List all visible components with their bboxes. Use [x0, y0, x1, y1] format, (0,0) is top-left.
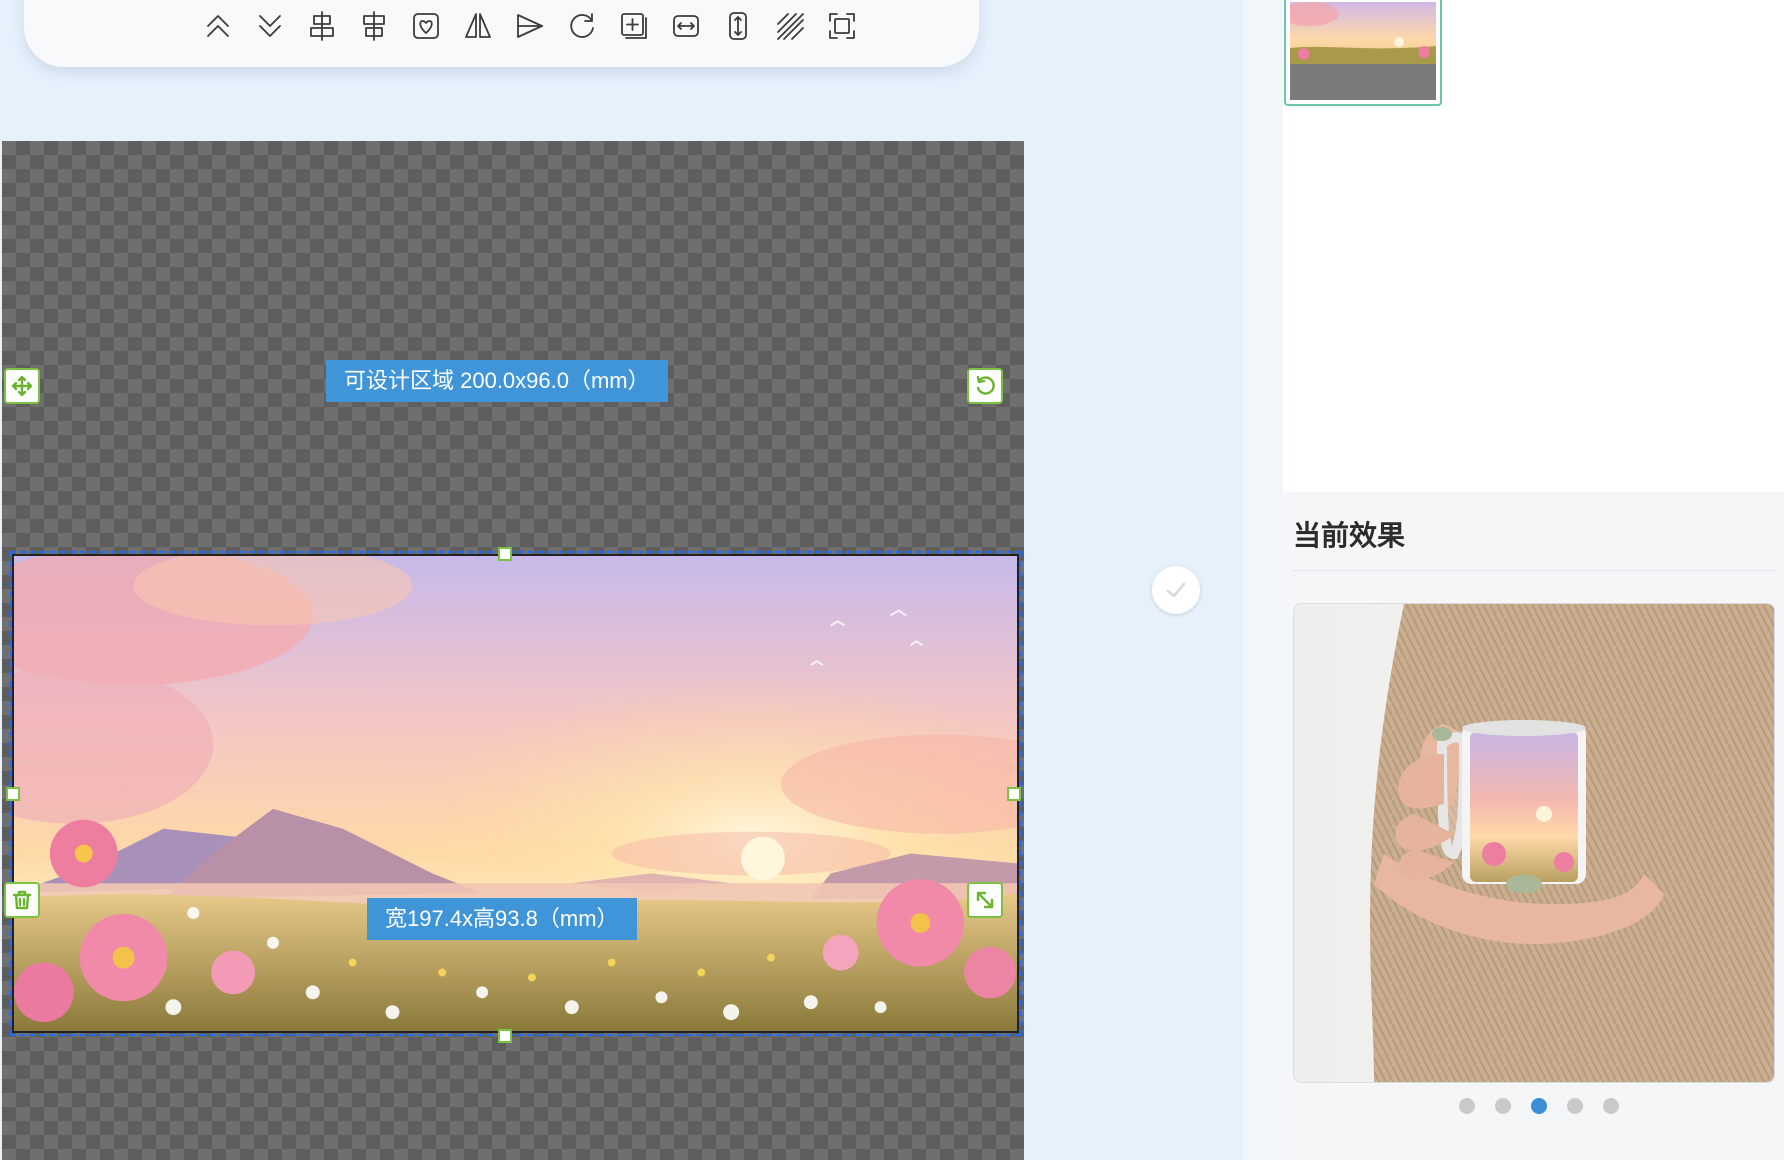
panel-divider — [1243, 0, 1283, 1160]
resize-handle[interactable] — [967, 882, 1003, 918]
flip-horizontal-icon[interactable] — [452, 9, 504, 43]
move-icon — [11, 375, 33, 397]
align-vertical-center-icon[interactable] — [348, 9, 400, 43]
align-horizontal-center-icon[interactable] — [296, 9, 348, 43]
current-effect-title: 当前效果 — [1293, 520, 1406, 551]
rotate-icon — [976, 375, 995, 395]
flip-vertical-icon[interactable] — [504, 9, 556, 43]
trash-icon — [12, 890, 32, 910]
carousel-dot-active[interactable] — [1530, 1098, 1547, 1114]
rotate-icon[interactable] — [556, 9, 608, 43]
fit-shape-icon[interactable] — [400, 9, 452, 43]
delete-handle[interactable] — [4, 882, 40, 918]
mockup-preview — [1293, 603, 1775, 1083]
editor-toolbar — [24, 0, 979, 67]
stretch-horizontal-icon[interactable] — [660, 9, 712, 43]
carousel-dot[interactable] — [1602, 1098, 1619, 1114]
design-thumbnail[interactable] — [1284, 0, 1442, 106]
move-handle[interactable] — [4, 368, 40, 404]
stretch-vertical-icon[interactable] — [712, 9, 764, 43]
carousel-dots — [1283, 1098, 1784, 1114]
image-size-label: 宽197.4x高93.8（mm） — [367, 898, 637, 940]
confirm-button[interactable] — [1152, 566, 1200, 614]
section-divider — [1293, 570, 1775, 571]
resize-icon — [976, 891, 994, 909]
right-panel: 当前效果 — [1283, 0, 1784, 1160]
design-canvas[interactable]: 可设计区域 200.0x96.0（mm） 宽197.4x高93.8（mm） — [2, 141, 1024, 1160]
design-area-label: 可设计区域 200.0x96.0（mm） — [326, 360, 668, 402]
carousel-dot[interactable] — [1566, 1098, 1583, 1114]
move-up-layer-icon[interactable] — [192, 9, 244, 43]
fit-canvas-icon[interactable] — [816, 9, 868, 43]
bottom-edge-handle[interactable] — [498, 1029, 512, 1043]
left-edge-handle[interactable] — [6, 787, 20, 801]
carousel-dot[interactable] — [1458, 1098, 1475, 1114]
top-edge-handle[interactable] — [498, 547, 512, 561]
layer-thumbnails — [1283, 0, 1784, 492]
check-icon — [1166, 582, 1186, 598]
move-down-layer-icon[interactable] — [244, 9, 296, 43]
add-layer-icon[interactable] — [608, 9, 660, 43]
tile-pattern-icon[interactable] — [764, 9, 816, 43]
artwork-image[interactable] — [12, 554, 1019, 1033]
right-edge-handle[interactable] — [1007, 787, 1021, 801]
rotate-handle[interactable] — [967, 368, 1003, 404]
carousel-dot[interactable] — [1494, 1098, 1511, 1114]
